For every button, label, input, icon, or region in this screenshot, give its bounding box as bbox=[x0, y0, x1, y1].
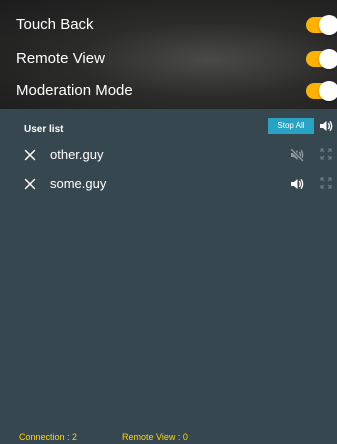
toggle-knob bbox=[319, 15, 337, 35]
toggle-knob bbox=[319, 49, 337, 69]
volume-on-icon[interactable] bbox=[319, 119, 333, 133]
toggle-knob bbox=[319, 81, 337, 101]
setting-label: Touch Back bbox=[16, 16, 94, 33]
setting-remote-view: Remote View bbox=[0, 44, 337, 74]
touch-back-toggle[interactable] bbox=[306, 15, 337, 35]
user-row-some-guy: some.guy bbox=[0, 172, 337, 198]
user-list-title: User list bbox=[24, 124, 64, 135]
setting-touch-back: Touch Back bbox=[0, 10, 337, 40]
close-icon[interactable] bbox=[24, 178, 36, 190]
user-list-panel: User list Stop All other.guy some.guy bbox=[0, 109, 337, 444]
settings-panel: Touch Back Remote View Moderation Mode bbox=[0, 0, 337, 109]
stop-all-button[interactable]: Stop All bbox=[268, 118, 314, 134]
expand-icon[interactable] bbox=[320, 148, 332, 160]
user-row-other-guy: other.guy bbox=[0, 143, 337, 169]
setting-label: Moderation Mode bbox=[16, 82, 133, 99]
remote-view-toggle[interactable] bbox=[306, 49, 337, 69]
user-name: other.guy bbox=[50, 147, 104, 162]
user-name: some.guy bbox=[50, 176, 107, 191]
moderation-mode-toggle[interactable] bbox=[306, 81, 337, 101]
setting-label: Remote View bbox=[16, 50, 105, 67]
close-icon[interactable] bbox=[24, 149, 36, 161]
volume-on-icon[interactable] bbox=[290, 177, 304, 191]
connection-count: Connection : 2 bbox=[19, 432, 78, 442]
expand-icon[interactable] bbox=[320, 177, 332, 189]
setting-moderation-mode: Moderation Mode bbox=[0, 76, 337, 106]
volume-muted-icon[interactable] bbox=[290, 148, 304, 162]
remote-view-count: Remote View : 0 bbox=[122, 432, 188, 442]
